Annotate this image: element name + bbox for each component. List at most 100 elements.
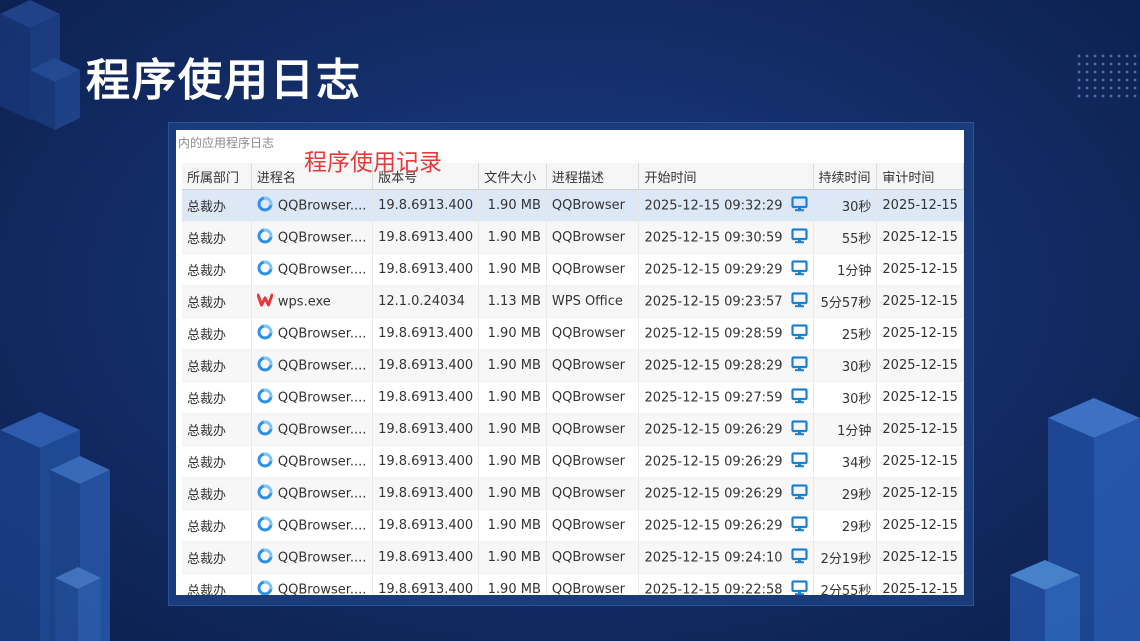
monitor-icon[interactable] — [790, 387, 808, 408]
dept-cell: 总裁办 — [182, 189, 252, 222]
qqbrowser-icon — [257, 356, 273, 376]
duration-cell: 29秒 — [813, 477, 878, 510]
monitor-icon[interactable] — [790, 483, 808, 504]
dept-cell: 总裁办 — [182, 509, 252, 542]
audit-time-cell: 2025-12-15 — [876, 349, 964, 382]
start-time-value: 2025-12-15 09:24:10 — [644, 550, 783, 565]
table-row[interactable]: 总裁办 QQBrowser.... 19.8.6913.400 1.90 MB QQBr… — [182, 413, 964, 446]
table-row[interactable]: 总裁办 QQBrowser.... 19.8.6913.400 1.90 MB QQBr… — [182, 221, 964, 254]
desc-cell: QQBrowser — [546, 509, 640, 542]
desc-cell: QQBrowser — [546, 477, 640, 510]
process-name: QQBrowser.... — [277, 422, 367, 437]
size-cell: 1.90 MB — [478, 541, 547, 574]
table-header-row: 所属部门 进程名 版本号 文件大小 进程描述 开始时间 持续时间 审计时间 — [182, 163, 964, 190]
process-cell: QQBrowser.... — [251, 349, 374, 382]
table-row[interactable]: 总裁办 QQBrowser.... 19.8.6913.400 1.90 MB QQBr… — [182, 317, 964, 350]
desc-cell: QQBrowser — [546, 317, 640, 350]
table-row[interactable]: 总裁办 QQBrowser.... 19.8.6913.400 1.90 MB QQBr… — [182, 381, 964, 414]
process-name: QQBrowser.... — [277, 390, 367, 405]
column-audit-time-header[interactable]: 审计时间 — [876, 163, 964, 190]
monitor-icon[interactable] — [790, 323, 808, 344]
process-name: QQBrowser.... — [277, 262, 367, 277]
table-row[interactable]: 总裁办 wps.exe 12.1.0.24034 1.13 MB WPS Office 2… — [182, 285, 964, 318]
version-cell: 19.8.6913.400 — [372, 381, 480, 414]
version-cell: 19.8.6913.400 — [372, 573, 480, 595]
process-cell: QQBrowser.... — [251, 573, 374, 596]
monitor-icon[interactable] — [790, 291, 808, 312]
qqbrowser-icon — [257, 420, 273, 440]
audit-time-cell: 2025-12-15 — [876, 221, 964, 254]
monitor-icon[interactable] — [790, 419, 808, 440]
start-time-cell: 2025-12-15 09:30:59 — [638, 221, 814, 254]
dept-cell: 总裁办 — [182, 253, 252, 286]
table-row[interactable]: 总裁办 QQBrowser.... 19.8.6913.400 1.90 MB QQBr… — [182, 477, 964, 510]
dept-cell: 总裁办 — [182, 285, 252, 318]
version-cell: 19.8.6913.400 — [372, 509, 480, 542]
process-cell: QQBrowser.... — [251, 445, 374, 478]
column-start-time-header[interactable]: 开始时间 — [638, 163, 814, 190]
version-cell: 19.8.6913.400 — [372, 221, 480, 254]
dept-cell: 总裁办 — [182, 317, 252, 350]
duration-cell: 2分55秒 — [813, 573, 878, 595]
duration-cell: 30秒 — [813, 381, 878, 414]
version-cell: 19.8.6913.400 — [372, 413, 480, 446]
process-name: QQBrowser.... — [277, 486, 367, 501]
slide-title: 程序使用日志 — [86, 55, 362, 106]
table-row[interactable]: 总裁办 QQBrowser.... 19.8.6913.400 1.90 MB QQBr… — [182, 349, 964, 382]
qqbrowser-icon — [257, 452, 273, 472]
monitor-icon[interactable] — [790, 227, 808, 248]
app-log-window: 内的应用程序日志 程序使用记录 所属部门 进程名 版本号 文件大小 进程描述 开始时间 持续… — [176, 130, 964, 595]
start-time-value: 2025-12-15 09:22:58 — [644, 582, 783, 595]
start-time-value: 2025-12-15 09:26:29 — [644, 454, 783, 469]
dept-cell: 总裁办 — [182, 413, 252, 446]
process-name: QQBrowser.... — [277, 326, 367, 341]
desc-cell: QQBrowser — [546, 253, 640, 286]
start-time-value: 2025-12-15 09:27:59 — [644, 390, 783, 405]
monitor-icon[interactable] — [790, 515, 808, 536]
table-row[interactable]: 总裁办 QQBrowser.... 19.8.6913.400 1.90 MB QQBr… — [182, 509, 964, 542]
monitor-icon[interactable] — [790, 579, 808, 596]
monitor-icon[interactable] — [790, 259, 808, 280]
version-cell: 19.8.6913.400 — [372, 477, 480, 510]
audit-time-cell: 2025-12-15 — [876, 317, 964, 350]
table-row[interactable]: 总裁办 QQBrowser.... 19.8.6913.400 1.90 MB QQBr… — [182, 253, 964, 286]
start-time-cell: 2025-12-15 09:32:29 — [638, 189, 814, 222]
qqbrowser-icon — [257, 580, 273, 596]
desc-cell: QQBrowser — [546, 413, 640, 446]
column-desc-header[interactable]: 进程描述 — [546, 163, 640, 190]
dept-cell: 总裁办 — [182, 541, 252, 574]
duration-cell: 1分钟 — [813, 413, 878, 446]
process-cell: QQBrowser.... — [251, 509, 374, 542]
process-cell: QQBrowser.... — [251, 541, 374, 574]
size-cell: 1.90 MB — [478, 413, 547, 446]
duration-cell: 30秒 — [813, 349, 878, 382]
start-time-value: 2025-12-15 09:29:29 — [644, 262, 783, 277]
start-time-value: 2025-12-15 09:30:59 — [644, 230, 783, 245]
process-cell: QQBrowser.... — [251, 477, 374, 510]
table-row[interactable]: 总裁办 QQBrowser.... 19.8.6913.400 1.90 MB QQBr… — [182, 189, 964, 222]
table-row[interactable]: 总裁办 QQBrowser.... 19.8.6913.400 1.90 MB QQBr… — [182, 445, 964, 478]
monitor-icon[interactable] — [790, 451, 808, 472]
start-time-value: 2025-12-15 09:28:59 — [644, 326, 783, 341]
desc-cell: QQBrowser — [546, 573, 640, 595]
column-dept-header[interactable]: 所属部门 — [182, 163, 252, 190]
audit-time-cell: 2025-12-15 — [876, 445, 964, 478]
dept-cell: 总裁办 — [182, 573, 252, 595]
table-row[interactable]: 总裁办 QQBrowser.... 19.8.6913.400 1.90 MB QQBr… — [182, 541, 964, 574]
table-row[interactable]: 总裁办 QQBrowser.... 19.8.6913.400 1.90 MB QQBr… — [182, 573, 964, 596]
version-cell: 12.1.0.24034 — [372, 285, 480, 318]
process-name: QQBrowser.... — [277, 230, 367, 245]
audit-time-cell: 2025-12-15 — [876, 573, 964, 595]
monitor-icon[interactable] — [790, 355, 808, 376]
version-cell: 19.8.6913.400 — [372, 445, 480, 478]
monitor-icon[interactable] — [790, 195, 808, 216]
column-duration-header[interactable]: 持续时间 — [813, 163, 878, 190]
monitor-icon[interactable] — [790, 547, 808, 568]
column-size-header[interactable]: 文件大小 — [478, 163, 547, 190]
start-time-cell: 2025-12-15 09:26:29 — [638, 477, 814, 510]
size-cell: 1.90 MB — [478, 253, 547, 286]
process-cell: QQBrowser.... — [251, 189, 374, 222]
process-name: QQBrowser.... — [277, 518, 367, 533]
qqbrowser-icon — [257, 324, 273, 344]
process-cell: QQBrowser.... — [251, 221, 374, 254]
